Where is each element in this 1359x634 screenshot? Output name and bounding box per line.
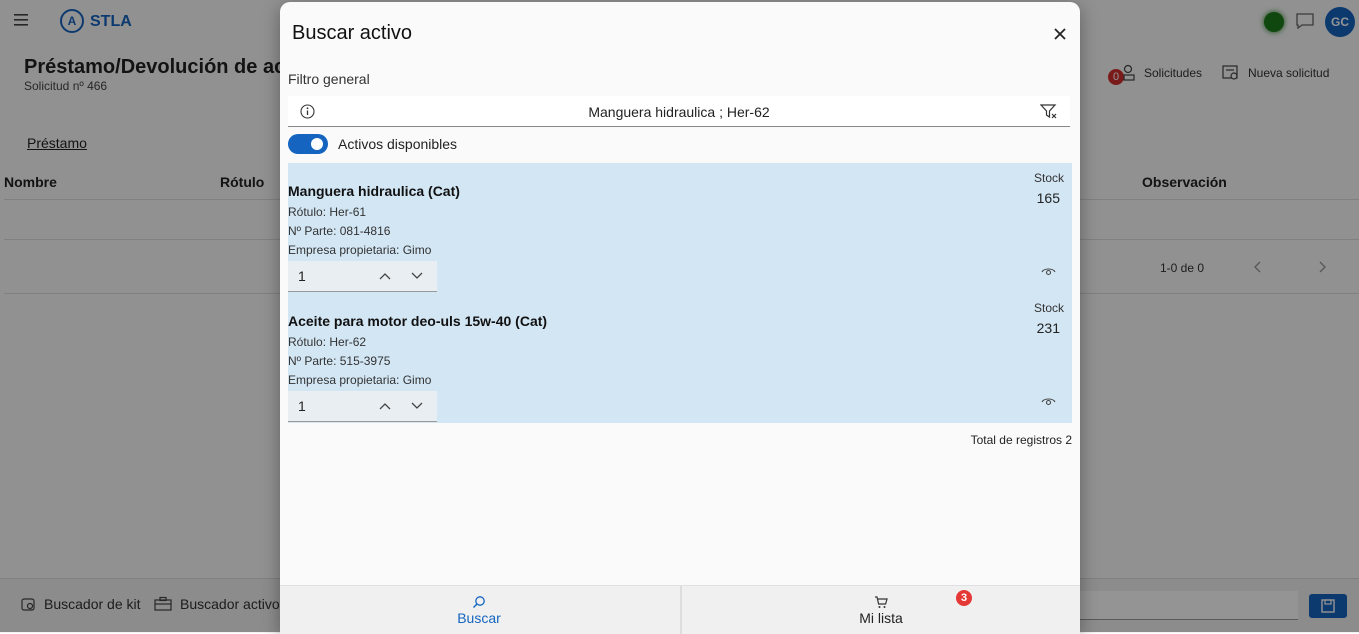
tab-search[interactable]: Buscar xyxy=(280,586,678,634)
general-filter-input[interactable]: Manguera hidraulica ; Her-62 xyxy=(288,96,1070,127)
chevron-down-icon[interactable] xyxy=(410,401,424,411)
tab-my-list[interactable]: 3 Mi lista xyxy=(680,586,1080,634)
tab-my-list-label: Mi lista xyxy=(859,610,903,626)
asset-rotulo: Rótulo: Her-61 xyxy=(288,205,367,219)
dialog-footer: Buscar 3 Mi lista xyxy=(280,585,1080,634)
asset-owner: Empresa propietaria: Gimo xyxy=(288,373,432,387)
chevron-up-icon[interactable] xyxy=(378,271,392,281)
search-asset-dialog: Buscar activo Filtro general Manguera hi… xyxy=(280,2,1080,634)
total-records: Total de registros 2 xyxy=(970,433,1072,447)
asset-name: Aceite para motor deo-uls 15w-40 (Cat) xyxy=(288,313,548,329)
eye-icon[interactable] xyxy=(1041,265,1056,277)
chevron-up-icon[interactable] xyxy=(378,401,392,411)
info-icon[interactable] xyxy=(300,104,315,119)
stock-label: Stock xyxy=(1033,171,1064,185)
dialog-title: Buscar activo xyxy=(292,22,413,44)
results-list: Manguera hidraulica (Cat) Rótulo: Her-61… xyxy=(288,163,1072,423)
asset-name: Manguera hidraulica (Cat) xyxy=(288,183,460,199)
filter-clear-icon[interactable] xyxy=(1040,103,1058,121)
asset-rotulo: Rótulo: Her-62 xyxy=(288,335,367,349)
quantity-value[interactable]: 1 xyxy=(298,398,306,414)
quantity-stepper[interactable]: 1 xyxy=(288,391,437,422)
stock-value: 231 xyxy=(1036,320,1060,336)
available-assets-toggle[interactable] xyxy=(288,134,328,154)
stock-label: Stock xyxy=(1033,301,1064,315)
asset-part-number: Nº Parte: 515-3975 xyxy=(288,354,391,368)
quantity-stepper[interactable]: 1 xyxy=(288,261,437,292)
close-icon[interactable] xyxy=(1051,25,1069,43)
filter-value[interactable]: Manguera hidraulica ; Her-62 xyxy=(328,104,1030,120)
toggle-knob xyxy=(311,138,323,150)
tab-search-label: Buscar xyxy=(457,610,501,626)
asset-owner: Empresa propietaria: Gimo xyxy=(288,243,432,257)
list-item[interactable]: Manguera hidraulica (Cat) Rótulo: Her-61… xyxy=(288,163,1072,293)
list-item[interactable]: Aceite para motor deo-uls 15w-40 (Cat) R… xyxy=(288,293,1072,423)
quantity-value[interactable]: 1 xyxy=(298,268,306,284)
available-assets-label: Activos disponibles xyxy=(338,136,458,152)
cart-count-badge: 3 xyxy=(956,590,972,606)
eye-icon[interactable] xyxy=(1041,395,1056,407)
search-icon xyxy=(473,596,485,608)
chevron-down-icon[interactable] xyxy=(410,271,424,281)
asset-part-number: Nº Parte: 081-4816 xyxy=(288,224,391,238)
cart-icon xyxy=(875,596,888,608)
stock-value: 165 xyxy=(1036,190,1060,206)
filter-label: Filtro general xyxy=(288,71,370,87)
